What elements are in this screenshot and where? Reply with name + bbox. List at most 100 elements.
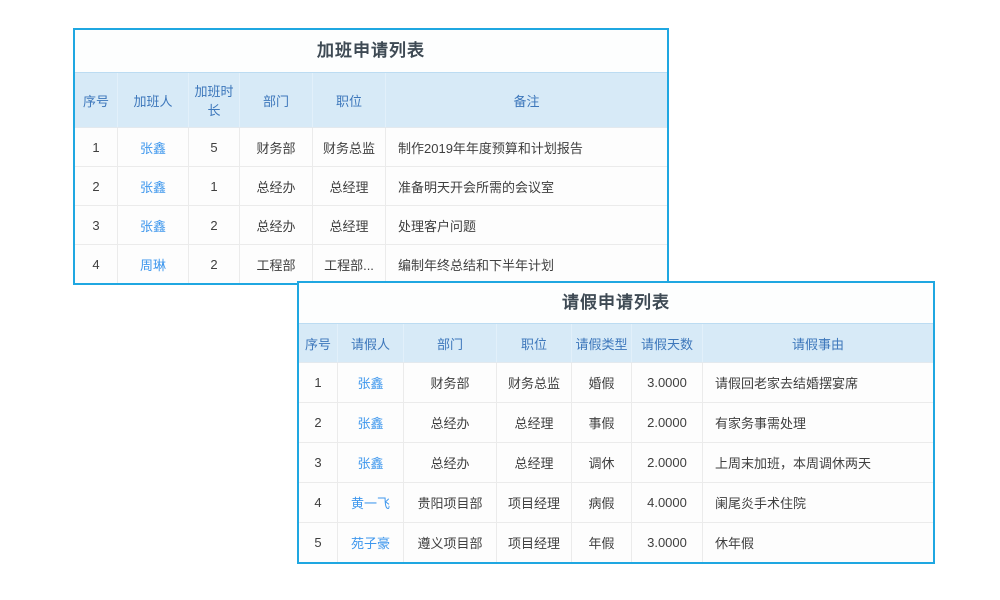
person-link[interactable]: 张鑫: [140, 141, 166, 156]
column-header: 职位: [497, 324, 572, 363]
person-link[interactable]: 张鑫: [357, 456, 383, 471]
table-cell: 财务总监: [497, 363, 572, 403]
table-cell: 编制年终总结和下半年计划: [386, 245, 668, 284]
table-cell: 请假回老家去结婚摆宴席: [703, 363, 934, 403]
table-cell: 准备明天开会所需的会议室: [386, 167, 668, 206]
table-cell: 病假: [572, 483, 632, 523]
table-row: 1 张鑫 5财务部财务总监制作2019年年度预算和计划报告: [75, 128, 667, 167]
table-row: 3 张鑫 总经办总经理调休2.0000上周末加班，本周调休两天: [299, 443, 933, 483]
table-cell: 2: [299, 403, 338, 443]
table-cell: 调休: [572, 443, 632, 483]
table-cell: 2.0000: [632, 403, 703, 443]
column-header: 序号: [299, 324, 338, 363]
person-name-cell: 张鑫: [118, 167, 189, 206]
person-name-cell: 苑子豪: [338, 523, 404, 563]
person-link[interactable]: 周琳: [140, 258, 166, 273]
table-cell: 婚假: [572, 363, 632, 403]
leave-table-header: 序号请假人部门职位请假类型请假天数请假事由: [299, 324, 933, 363]
overtime-table-body: 1张鑫5财务部财务总监制作2019年年度预算和计划报告2张鑫1总经办总经理准备明…: [75, 128, 667, 284]
person-name-cell: 张鑫: [118, 128, 189, 167]
table-cell: 遵义项目部: [404, 523, 497, 563]
table-cell: 财务部: [404, 363, 497, 403]
table-cell: 工程部: [240, 245, 313, 284]
person-name-cell: 周琳: [118, 245, 189, 284]
column-header: 请假类型: [572, 324, 632, 363]
column-header: 加班人: [118, 73, 189, 128]
table-cell: 4: [299, 483, 338, 523]
overtime-request-panel: 加班申请列表 序号加班人加班时长部门职位备注 1 张鑫 5财务部财务总监制作2019…: [73, 28, 669, 285]
table-cell: 5: [299, 523, 338, 563]
table-cell: 休年假: [703, 523, 934, 563]
table-cell: 有家务事需处理: [703, 403, 934, 443]
person-link[interactable]: 苑子豪: [351, 536, 390, 551]
leave-request-panel: 请假申请列表 序号请假人部门职位请假类型请假天数请假事由 1 张鑫 财务部财务总监婚…: [297, 281, 935, 564]
leave-table-body: 1张鑫财务部财务总监婚假3.0000请假回老家去结婚摆宴席2张鑫总经办总经理事假…: [299, 363, 933, 563]
person-name-cell: 张鑫: [118, 206, 189, 245]
column-header: 部门: [240, 73, 313, 128]
table-row: 4 周琳 2工程部工程部...编制年终总结和下半年计划: [75, 245, 667, 284]
table-cell: 处理客户问题: [386, 206, 668, 245]
table-cell: 年假: [572, 523, 632, 563]
table-cell: 工程部...: [313, 245, 386, 284]
table-cell: 制作2019年年度预算和计划报告: [386, 128, 668, 167]
table-cell: 3.0000: [632, 363, 703, 403]
table-row: 1 张鑫 财务部财务总监婚假3.0000请假回老家去结婚摆宴席: [299, 363, 933, 403]
leave-table: 序号请假人部门职位请假类型请假天数请假事由 1张鑫财务部财务总监婚假3.0000…: [299, 324, 933, 562]
table-cell: 事假: [572, 403, 632, 443]
table-cell: 贵阳项目部: [404, 483, 497, 523]
table-cell: 2: [75, 167, 118, 206]
person-name-cell: 张鑫: [338, 363, 404, 403]
column-header: 备注: [386, 73, 668, 128]
table-cell: 3: [75, 206, 118, 245]
table-row: 4 黄一飞贵阳项目部项目经理病假4.0000阑尾炎手术住院: [299, 483, 933, 523]
table-cell: 1: [189, 167, 240, 206]
table-cell: 总经办: [240, 167, 313, 206]
table-cell: 财务总监: [313, 128, 386, 167]
table-row: 2 张鑫 1总经办总经理准备明天开会所需的会议室: [75, 167, 667, 206]
table-row: 3 张鑫 2总经办总经理处理客户问题: [75, 206, 667, 245]
table-cell: 1: [75, 128, 118, 167]
person-name-cell: 张鑫: [338, 403, 404, 443]
column-header: 加班时长: [189, 73, 240, 128]
table-cell: 阑尾炎手术住院: [703, 483, 934, 523]
table-cell: 总经办: [404, 443, 497, 483]
table-row: 2 张鑫 总经办总经理事假2.0000有家务事需处理: [299, 403, 933, 443]
table-cell: 2: [189, 206, 240, 245]
table-cell: 总经理: [497, 403, 572, 443]
overtime-table: 序号加班人加班时长部门职位备注 1 张鑫 5财务部财务总监制作2019年年度预算和计…: [75, 73, 667, 283]
table-cell: 项目经理: [497, 483, 572, 523]
column-header: 序号: [75, 73, 118, 128]
table-cell: 2: [189, 245, 240, 284]
column-header: 请假天数: [632, 324, 703, 363]
table-cell: 总经办: [404, 403, 497, 443]
table-cell: 1: [299, 363, 338, 403]
column-header: 部门: [404, 324, 497, 363]
column-header: 请假人: [338, 324, 404, 363]
column-header: 职位: [313, 73, 386, 128]
person-link[interactable]: 张鑫: [140, 180, 166, 195]
overtime-table-title: 加班申请列表: [75, 30, 667, 73]
table-cell: 3: [299, 443, 338, 483]
person-link[interactable]: 黄一飞: [351, 496, 390, 511]
table-cell: 上周末加班，本周调休两天: [703, 443, 934, 483]
table-cell: 2.0000: [632, 443, 703, 483]
table-cell: 项目经理: [497, 523, 572, 563]
overtime-table-header: 序号加班人加班时长部门职位备注: [75, 73, 667, 128]
table-cell: 总经理: [313, 167, 386, 206]
person-name-cell: 黄一飞: [338, 483, 404, 523]
table-cell: 3.0000: [632, 523, 703, 563]
table-cell: 财务部: [240, 128, 313, 167]
table-cell: 4: [75, 245, 118, 284]
person-link[interactable]: 张鑫: [357, 376, 383, 391]
table-cell: 总经理: [313, 206, 386, 245]
column-header: 请假事由: [703, 324, 934, 363]
leave-table-title: 请假申请列表: [299, 283, 933, 324]
person-link[interactable]: 张鑫: [140, 219, 166, 234]
table-cell: 总经理: [497, 443, 572, 483]
table-row: 5 苑子豪遵义项目部项目经理年假3.0000休年假: [299, 523, 933, 563]
person-link[interactable]: 张鑫: [357, 416, 383, 431]
table-cell: 总经办: [240, 206, 313, 245]
table-cell: 4.0000: [632, 483, 703, 523]
person-name-cell: 张鑫: [338, 443, 404, 483]
table-cell: 5: [189, 128, 240, 167]
